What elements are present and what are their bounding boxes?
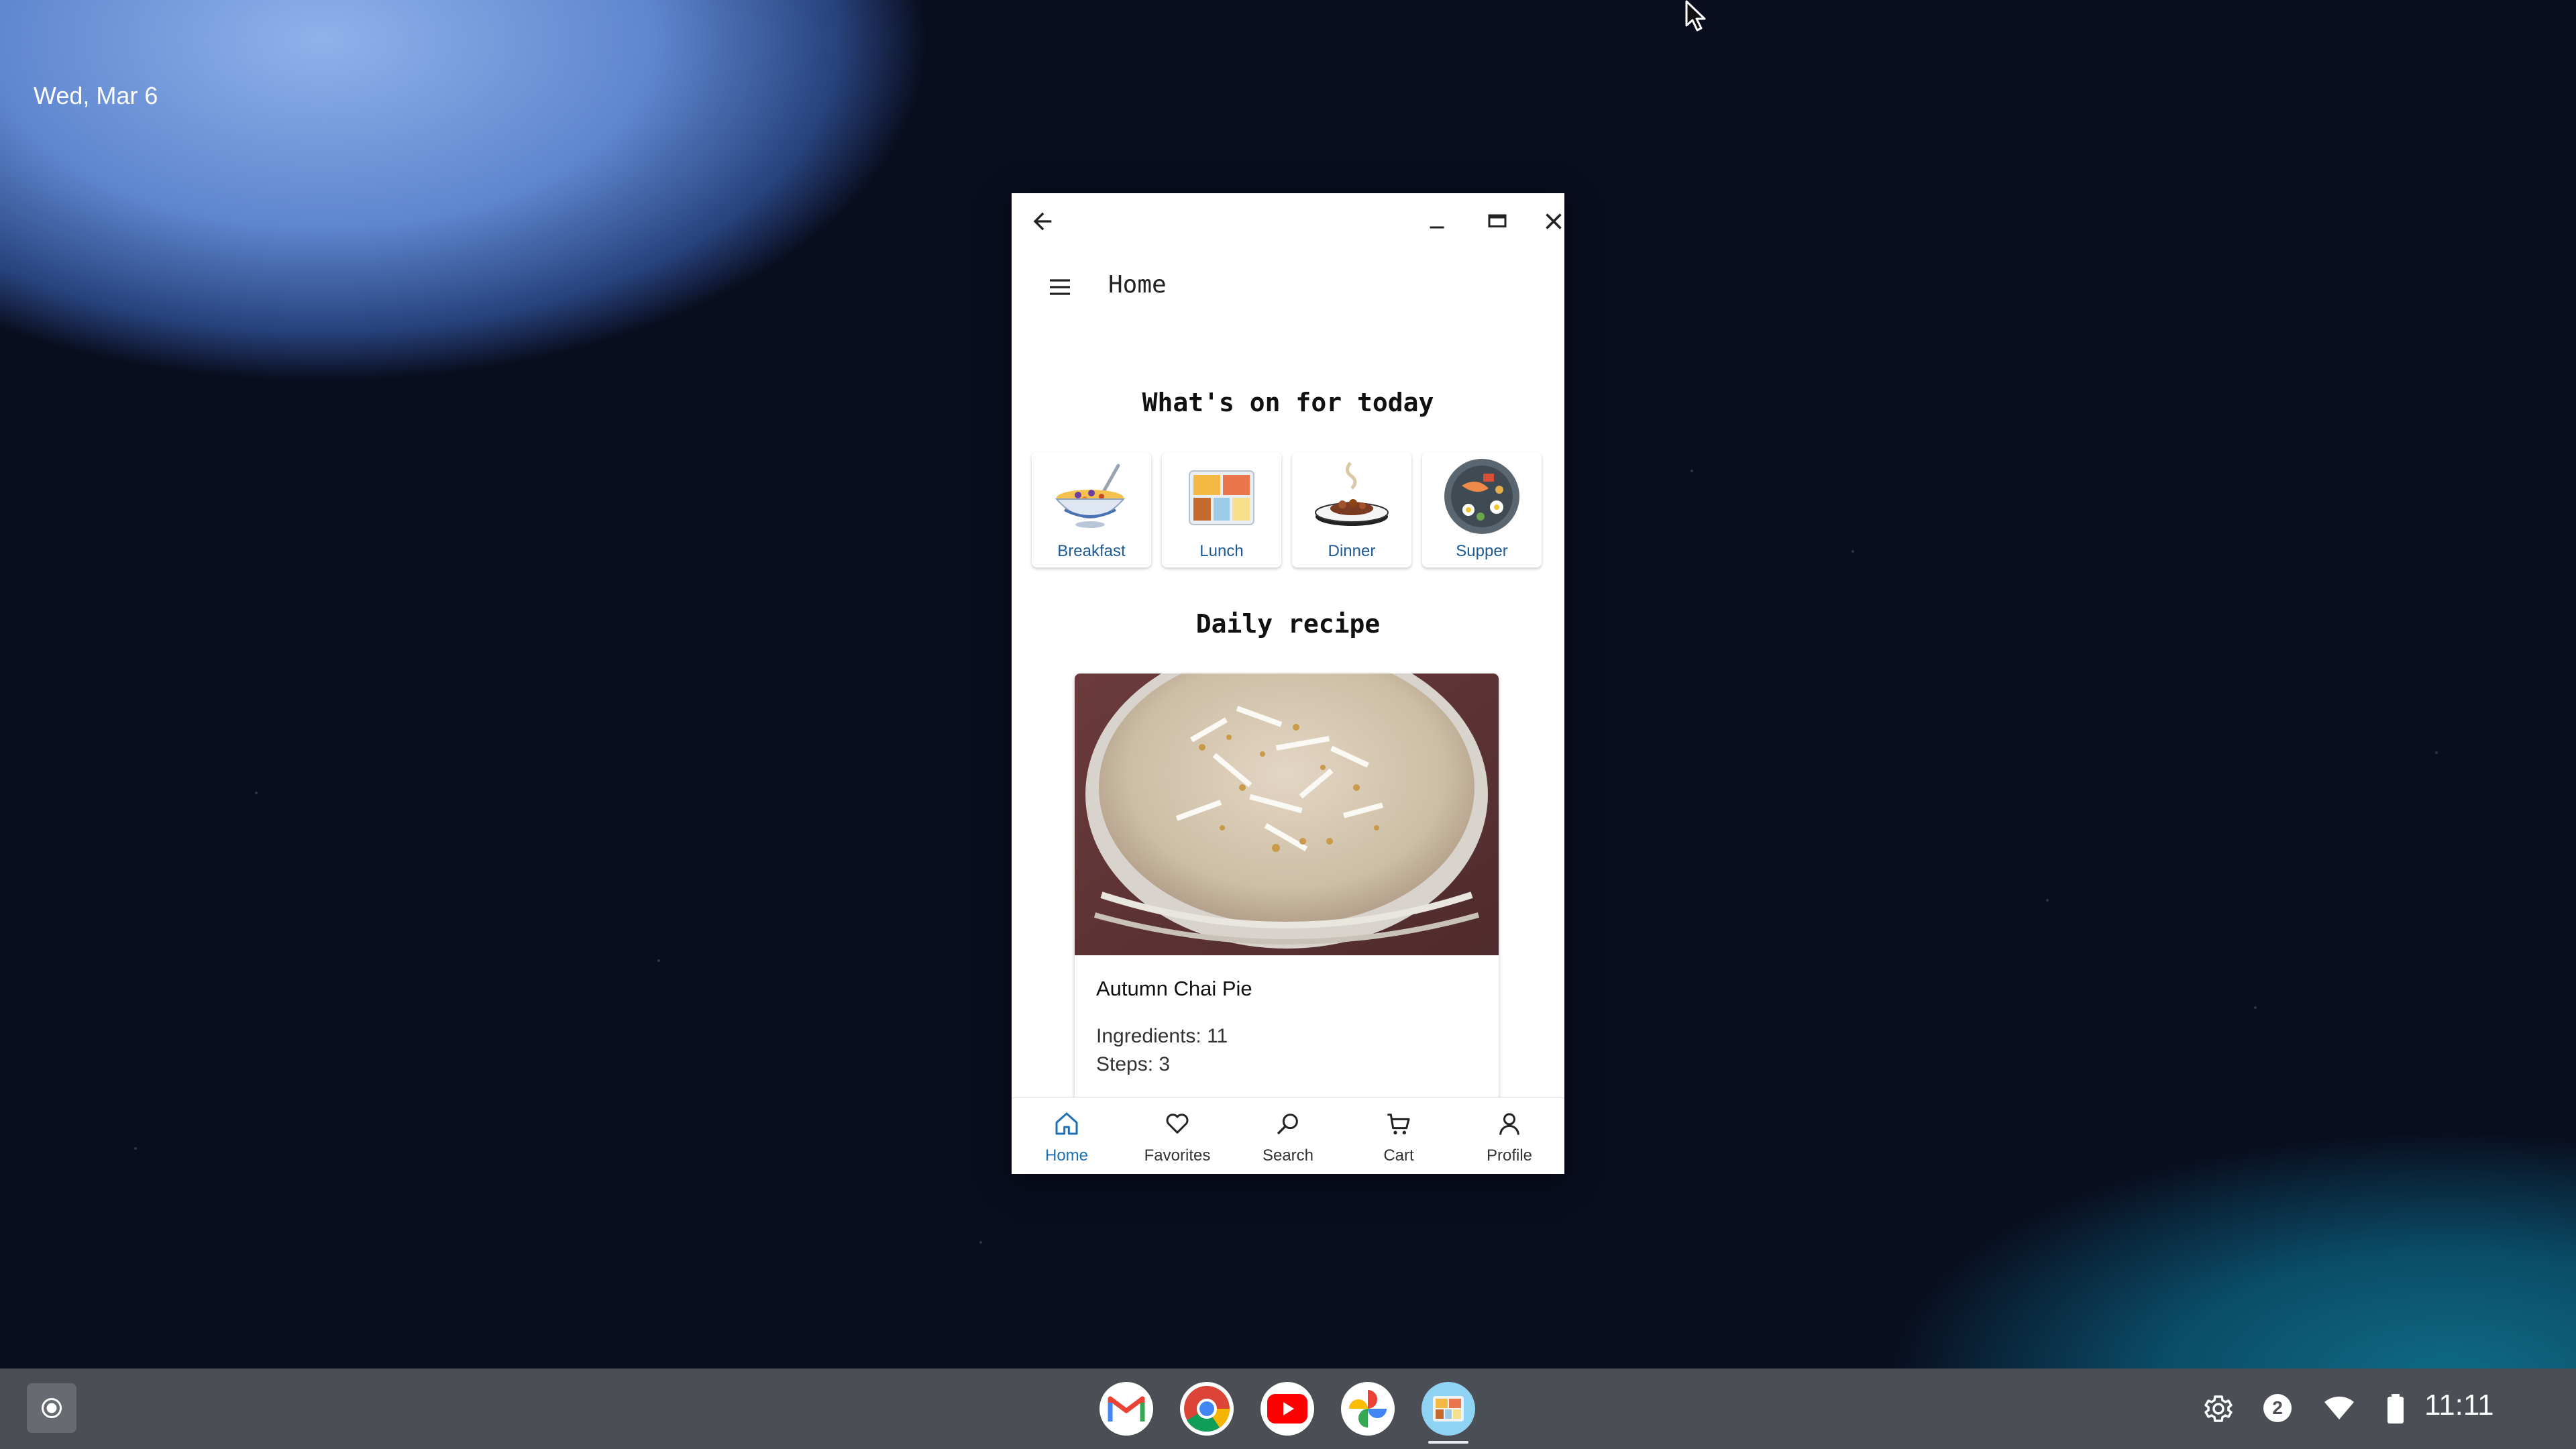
window-caption-bar [1012, 193, 1564, 247]
heart-icon [1166, 1114, 1189, 1134]
active-app-indicator [1428, 1441, 1468, 1444]
shelf-app-youtube[interactable] [1260, 1382, 1314, 1436]
settings-gear-icon[interactable] [2202, 1393, 2235, 1425]
nav-label: Profile [1486, 1146, 1533, 1165]
system-clock[interactable]: 11:11 [2424, 1389, 2494, 1422]
daily-recipe-card[interactable]: Autumn Chai Pie Ingredients: 11 Steps: 3 [1075, 674, 1499, 1143]
mouse-cursor-icon [1685, 0, 1706, 32]
meal-card-lunch[interactable]: Lunch [1162, 452, 1281, 568]
maximize-button[interactable] [1479, 203, 1516, 240]
page-title: Home [1108, 271, 1167, 299]
nav-cart[interactable]: Cart [1344, 1098, 1454, 1174]
minimize-button[interactable] [1418, 203, 1456, 240]
star [657, 959, 660, 962]
meal-card-dinner[interactable]: Dinner [1292, 452, 1411, 568]
nav-favorites[interactable]: Favorites [1122, 1098, 1232, 1174]
nav-label: Favorites [1144, 1146, 1211, 1165]
recipe-ingredients-count: Ingredients: 11 [1096, 1025, 1228, 1047]
battery-icon[interactable] [2384, 1393, 2407, 1425]
menu-button[interactable] [1040, 267, 1080, 307]
wifi-icon[interactable] [2322, 1393, 2356, 1425]
star [1690, 470, 1693, 472]
back-button[interactable] [1024, 203, 1061, 240]
bottom-navigation: Home Favorites Search Cart Profile [1012, 1097, 1564, 1174]
shelf-app-recipe[interactable] [1421, 1382, 1475, 1436]
recipe-photo [1075, 674, 1499, 955]
dinner-plate-icon [1315, 462, 1389, 526]
meal-label: Breakfast [1057, 542, 1126, 560]
meal-category-row: Breakfast Lunch Dinner Supper [1032, 452, 1544, 568]
app-window: Home What's on for today Breakfast Lunch… [1012, 193, 1564, 1174]
lunch-box-icon [1189, 470, 1254, 525]
star [255, 792, 258, 794]
meal-card-supper[interactable]: Supper [1422, 452, 1542, 568]
person-icon [1499, 1113, 1519, 1135]
app-bar: Home [1012, 247, 1564, 327]
nav-search[interactable]: Search [1233, 1098, 1343, 1174]
nav-label: Search [1262, 1146, 1314, 1165]
hamburger-menu-icon [1050, 279, 1070, 295]
meal-label: Dinner [1328, 542, 1376, 560]
section-heading-today: What's on for today [1142, 388, 1434, 417]
meal-label: Supper [1456, 542, 1508, 560]
launcher-circle-icon [42, 1398, 62, 1418]
nav-label: Home [1044, 1146, 1089, 1165]
cart-icon [1387, 1114, 1410, 1134]
recipe-app-icon [1433, 1396, 1464, 1421]
meal-card-breakfast[interactable]: Breakfast [1032, 452, 1151, 568]
cereal-bowl-icon [1055, 464, 1126, 528]
close-button[interactable] [1535, 203, 1564, 240]
recipe-steps-count: Steps: 3 [1096, 1053, 1171, 1075]
gmail-icon [1108, 1396, 1145, 1421]
close-icon [1546, 213, 1562, 229]
star [1851, 550, 1854, 553]
launcher-button[interactable] [27, 1383, 76, 1433]
star [2435, 751, 2438, 754]
desktop-date: Wed, Mar 6 [34, 82, 158, 109]
nav-label: Cart [1383, 1146, 1414, 1165]
notification-count-badge[interactable]: 2 [2263, 1394, 2292, 1422]
shelf-app-chrome[interactable] [1180, 1382, 1234, 1436]
nav-profile[interactable]: Profile [1454, 1098, 1564, 1174]
nav-home[interactable]: Home [1012, 1098, 1122, 1174]
maximize-icon [1488, 214, 1507, 227]
supper-platter-icon [1444, 459, 1519, 534]
star [979, 1241, 982, 1244]
shelf-app-gmail[interactable] [1099, 1382, 1153, 1436]
star [2046, 899, 2049, 902]
system-shelf: 2 11:11 [0, 1368, 2576, 1449]
star [2254, 1006, 2257, 1009]
star [134, 1147, 137, 1150]
youtube-icon [1267, 1394, 1307, 1424]
arrow-back-icon [1033, 212, 1052, 231]
chrome-icon [1184, 1386, 1230, 1432]
search-icon [1277, 1114, 1298, 1135]
meal-label: Lunch [1199, 542, 1244, 560]
section-heading-daily: Daily recipe [1195, 609, 1381, 639]
home-icon [1055, 1112, 1078, 1135]
recipe-title: Autumn Chai Pie [1096, 977, 1252, 1000]
shelf-app-photos[interactable] [1341, 1382, 1395, 1436]
photos-pinwheel-icon [1349, 1390, 1387, 1428]
minimize-icon [1430, 226, 1444, 229]
